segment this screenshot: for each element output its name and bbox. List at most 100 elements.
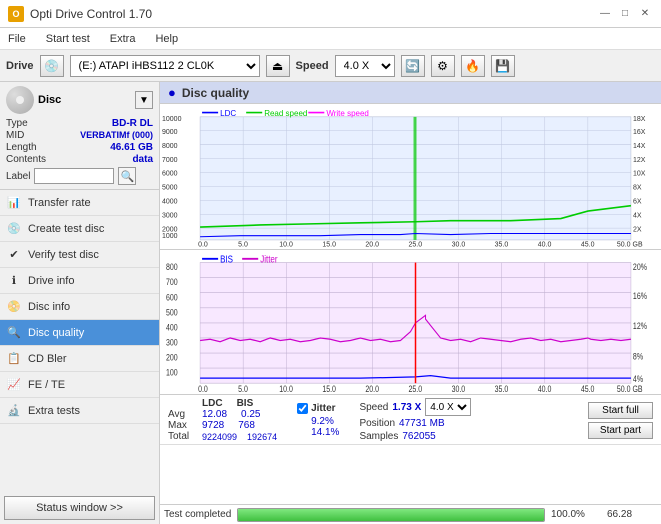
max-ldc: 9728 xyxy=(202,420,224,431)
nav-disc-quality[interactable]: 🔍 Disc quality xyxy=(0,320,159,346)
right-panel: ● Disc quality LDC Read speed Write xyxy=(160,82,661,524)
title-bar: O Opti Drive Control 1.70 — □ ✕ xyxy=(0,0,661,28)
menu-start-test[interactable]: Start test xyxy=(42,31,94,47)
start-full-button[interactable]: Start full xyxy=(588,402,653,419)
bis-chart: BIS Jitter 800 700 600 500 400 300 200 1… xyxy=(160,250,661,395)
settings-button[interactable]: ⚙ xyxy=(431,55,455,77)
position-value: 47731 MB xyxy=(399,418,445,429)
svg-text:4X: 4X xyxy=(633,210,642,219)
avg-jitter: 9.2% xyxy=(297,416,339,427)
progress-bar-container xyxy=(237,508,545,522)
svg-text:5000: 5000 xyxy=(162,182,178,191)
start-part-button[interactable]: Start part xyxy=(588,422,653,439)
nav-extra-tests[interactable]: 🔬 Extra tests xyxy=(0,398,159,424)
svg-text:10.0: 10.0 xyxy=(279,239,293,248)
type-value: BD-R DL xyxy=(112,118,153,129)
quality-title: Disc quality xyxy=(182,86,249,100)
svg-text:16X: 16X xyxy=(633,127,646,136)
svg-text:300: 300 xyxy=(166,337,178,347)
progress-label: 100.0% xyxy=(551,509,601,520)
svg-text:4000: 4000 xyxy=(162,196,178,205)
nav-transfer-rate[interactable]: 📊 Transfer rate xyxy=(0,190,159,216)
max-bis: 768 xyxy=(238,420,255,431)
nav-cd-bler[interactable]: 📋 CD Bler xyxy=(0,346,159,372)
svg-text:12X: 12X xyxy=(633,155,646,164)
charts-area: LDC Read speed Write speed 10000 9000 80… xyxy=(160,104,661,394)
label-input[interactable] xyxy=(34,168,114,184)
total-label: Total xyxy=(168,431,196,442)
length-value: 46.61 GB xyxy=(110,142,153,153)
ldc-col-header: LDC xyxy=(202,398,223,409)
avg-label: Avg xyxy=(168,409,196,420)
mid-row: MID VERBATIMf (000) xyxy=(6,130,153,141)
nav-disc-quality-label: Disc quality xyxy=(28,327,84,339)
status-bar: Test completed 100.0% 66.28 xyxy=(160,504,661,524)
ldc-chart-svg: LDC Read speed Write speed 10000 9000 80… xyxy=(160,104,661,249)
disc-icon xyxy=(6,86,34,114)
svg-text:BIS: BIS xyxy=(220,253,233,264)
svg-text:20.0: 20.0 xyxy=(365,239,379,248)
jitter-col-header: Jitter xyxy=(311,403,335,414)
minimize-button[interactable]: — xyxy=(597,6,613,22)
nav-extra-tests-label: Extra tests xyxy=(28,405,80,417)
svg-text:1000: 1000 xyxy=(162,231,178,240)
time-value: 66.28 xyxy=(607,509,657,520)
svg-text:6000: 6000 xyxy=(162,168,178,177)
window-controls[interactable]: — □ ✕ xyxy=(597,6,653,22)
avg-ldc: 12.08 xyxy=(202,409,227,420)
svg-text:7000: 7000 xyxy=(162,155,178,164)
svg-text:8X: 8X xyxy=(633,182,642,191)
disc-options-button[interactable]: ▼ xyxy=(135,91,153,109)
menu-file[interactable]: File xyxy=(4,31,30,47)
svg-text:Write speed: Write speed xyxy=(326,108,369,118)
length-row: Length 46.61 GB xyxy=(6,142,153,153)
disc-label: Disc xyxy=(38,94,61,106)
nav-verify-test-disc-label: Verify test disc xyxy=(28,249,99,261)
nav-disc-info[interactable]: 📀 Disc info xyxy=(0,294,159,320)
svg-text:8%: 8% xyxy=(633,351,643,361)
nav-create-test-disc[interactable]: 💿 Create test disc xyxy=(0,216,159,242)
svg-text:9000: 9000 xyxy=(162,127,178,136)
nav-disc-info-label: Disc info xyxy=(28,301,70,313)
label-search-button[interactable]: 🔍 xyxy=(118,167,136,185)
length-label: Length xyxy=(6,142,37,153)
svg-text:15.0: 15.0 xyxy=(322,239,336,248)
svg-text:35.0: 35.0 xyxy=(495,239,509,248)
refresh-button[interactable]: 🔄 xyxy=(401,55,425,77)
svg-text:4%: 4% xyxy=(633,374,643,384)
ldc-chart: LDC Read speed Write speed 10000 9000 80… xyxy=(160,104,661,250)
speed-select[interactable]: 4.0 X xyxy=(335,55,395,77)
menu-extra[interactable]: Extra xyxy=(106,31,140,47)
nav-drive-info-label: Drive info xyxy=(28,275,74,287)
jitter-checkbox[interactable] xyxy=(297,403,308,414)
svg-text:500: 500 xyxy=(166,307,178,317)
disc-quality-header: ● Disc quality xyxy=(160,82,661,104)
menu-help[interactable]: Help xyxy=(151,31,182,47)
svg-text:2X: 2X xyxy=(633,224,642,233)
nav-verify-test-disc[interactable]: ✔ Verify test disc xyxy=(0,242,159,268)
create-test-disc-icon: 💿 xyxy=(6,221,22,237)
nav-drive-info[interactable]: ℹ Drive info xyxy=(0,268,159,294)
max-jitter: 14.1% xyxy=(297,427,339,438)
close-button[interactable]: ✕ xyxy=(637,6,653,22)
main-area: Disc ▼ Type BD-R DL MID VERBATIMf (000) … xyxy=(0,82,661,524)
burn-button[interactable]: 🔥 xyxy=(461,55,485,77)
samples-value: 762055 xyxy=(402,431,435,442)
svg-text:14X: 14X xyxy=(633,141,646,150)
transfer-rate-icon: 📊 xyxy=(6,195,22,211)
samples-label: Samples xyxy=(359,431,398,442)
cd-bler-icon: 📋 xyxy=(6,351,22,367)
action-buttons: Start full Start part xyxy=(588,402,653,439)
status-window-button[interactable]: Status window >> xyxy=(4,496,155,520)
save-button[interactable]: 💾 xyxy=(491,55,515,77)
eject-button[interactable]: ⏏ xyxy=(266,55,290,77)
svg-text:25.0: 25.0 xyxy=(408,384,422,394)
speed-select-stat[interactable]: 4.0 X xyxy=(425,398,471,416)
svg-text:8000: 8000 xyxy=(162,141,178,150)
svg-text:12%: 12% xyxy=(633,321,647,331)
svg-text:700: 700 xyxy=(166,277,178,287)
drive-select[interactable]: (E:) ATAPI iHBS112 2 CL0K xyxy=(70,55,260,77)
nav-fe-te[interactable]: 📈 FE / TE xyxy=(0,372,159,398)
maximize-button[interactable]: □ xyxy=(617,6,633,22)
svg-text:30.0: 30.0 xyxy=(452,384,466,394)
